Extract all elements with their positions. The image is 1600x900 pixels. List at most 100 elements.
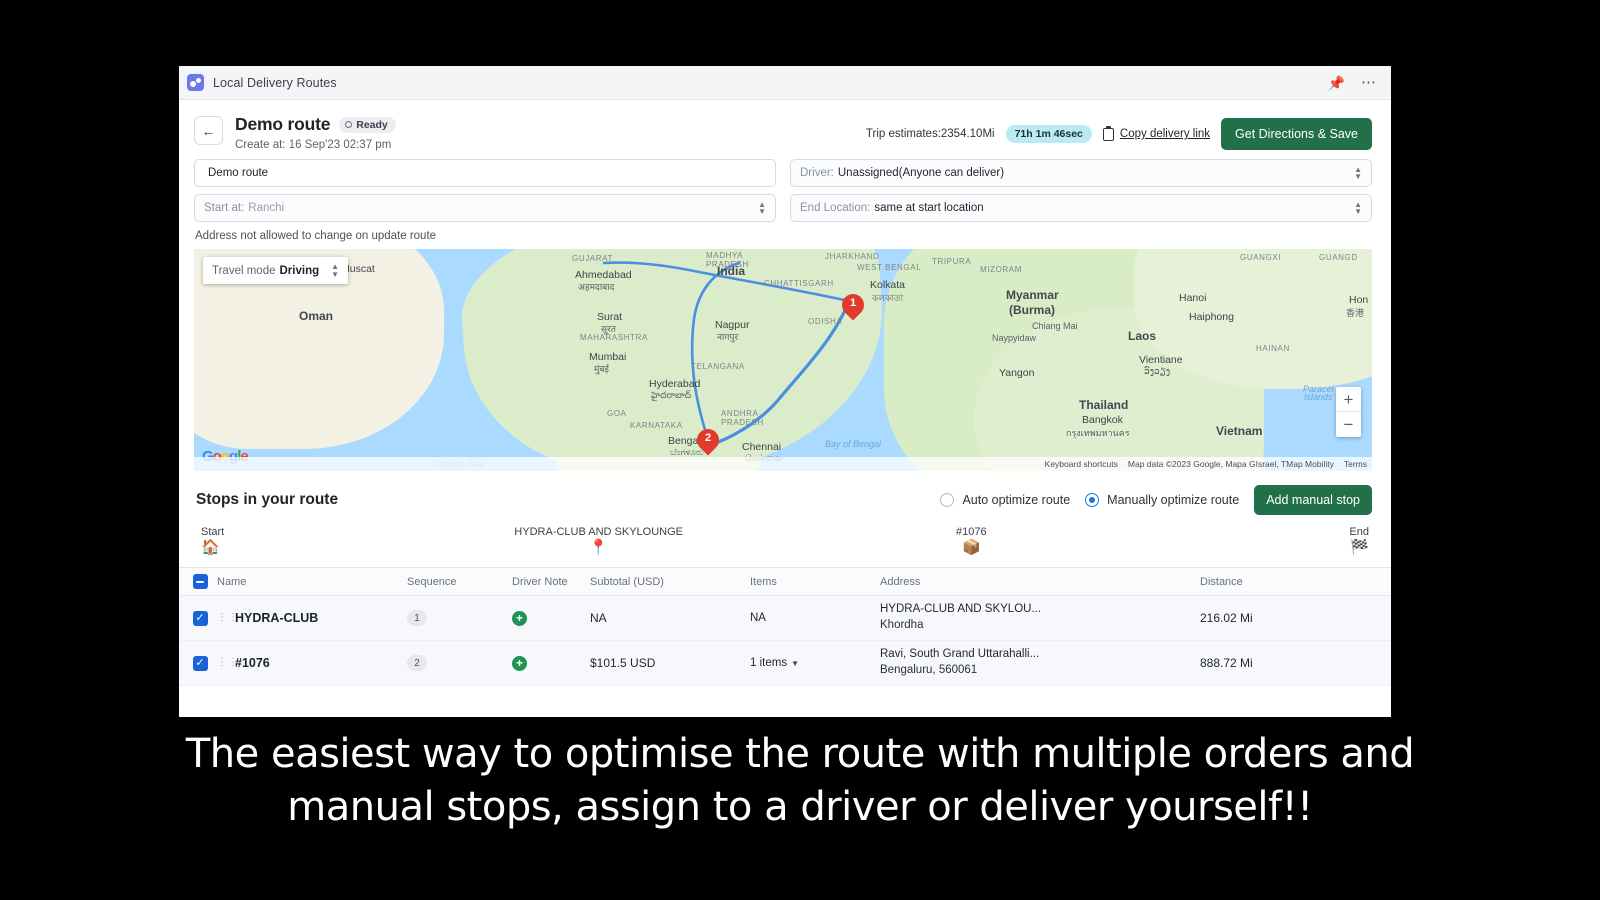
drag-handle-icon[interactable]: ⋮⋮ [217,613,238,623]
timeline-node-label: HYDRA-CLUB AND SKYLOUNGE [514,526,684,538]
route-form-grid: Demo route Driver: Unassigned(Anyone can… [194,159,1372,229]
stops-title: Stops in your route [196,491,339,508]
map-label: GUANGD [1319,253,1358,262]
map-label: अहमदाबाद [578,282,615,292]
route-map[interactable]: India Myanmar (Burma) Thailand Laos Vietnam Om… [194,249,1372,471]
add-note-icon[interactable]: + [512,610,527,626]
add-manual-stop-button[interactable]: Add manual stop [1254,485,1372,515]
clipboard-icon [1102,125,1114,141]
status-badge-label: Ready [356,118,388,131]
row-checkbox[interactable]: ✓ [192,610,208,626]
row-address-line1: Ravi, South Grand Uttarahalli... [880,648,1040,661]
column-header-driver-note: Driver Note [512,575,568,588]
row-sequence-badge: 2 [407,655,427,672]
map-label: Vientiane [1139,354,1183,366]
back-button[interactable]: ← [194,116,223,145]
route-name-input[interactable]: Demo route [194,159,776,187]
map-zoom-controls[interactable]: + − [1336,387,1361,437]
map-label: 香港 [1346,308,1365,318]
map-label: কলকাতা [872,293,904,303]
more-options-icon[interactable]: ⋯ [1361,75,1377,90]
copy-delivery-link-button[interactable]: Copy delivery link [1102,125,1211,141]
row-items-cell[interactable]: 1 items ▼ [750,657,880,669]
timeline-node-label: End [1349,526,1369,538]
title-block: Demo route Ready Create at: 16 Sep'23 02… [235,114,396,151]
map-label: मुंबई [594,364,609,374]
row-checkbox[interactable]: ✓ [192,655,208,671]
keyboard-shortcuts-link[interactable]: Keyboard shortcuts [1045,459,1118,469]
header-actions: Trip estimates:2354.10Mi 71h 1m 46sec Co… [866,118,1372,150]
row-address-line2: Khordha [880,619,924,631]
window-title: Local Delivery Routes [213,75,337,90]
start-location-select[interactable]: Start at: Ranchi ▲ ▼ [194,194,776,222]
timeline-node-label: Start [201,526,225,538]
timeline-node: Start 🏠 [201,526,321,555]
row-distance: 888.72 Mi [1200,656,1253,670]
map-label: Laos [1128,329,1157,343]
created-at-text: Create at: 16 Sep'23 02:37 pm [235,139,392,151]
manual-optimize-radio[interactable] [1085,493,1100,507]
timeline-node-label: #1076 [956,526,987,538]
table-row[interactable]: ✓ ⋮⋮ HYDRA-CLUB 1 + NA NA HYDRA-CLUB AND SKYLOU… [179,596,1391,641]
column-header-address: Address [880,575,921,588]
drag-handle-icon[interactable]: ⋮⋮ [217,658,238,668]
map-label: Vietnam [1216,424,1263,438]
row-driver-note-cell[interactable]: + [512,610,590,626]
table-row[interactable]: ✓ ⋮⋮ #1076 2 + $101.5 USD 1 items ▼ Ravi, South … [179,641,1391,686]
driver-value: Unassigned(Anyone can deliver) [837,167,1005,179]
column-header-distance: Distance [1200,575,1243,588]
map-marker-number: 1 [849,297,857,309]
select-all-checkbox-cell[interactable] [179,574,217,589]
stops-timeline: Start 🏠 HYDRA-CLUB AND SKYLOUNGE 📍 #1076 📦 End… [179,524,1391,567]
map-label: Bangkok [1082,414,1123,426]
map-label: GOA [607,409,627,418]
column-header-subtotal: Subtotal (USD) [590,575,664,588]
chevron-down-icon[interactable]: ▼ [791,659,799,668]
map-marker-2[interactable]: 2 [692,424,724,459]
map-label: MADHYA [706,251,744,260]
titlebar-actions: 📌 ⋯ [1328,75,1377,90]
end-location-select[interactable]: End Location: same at start location ▲ ▼ [790,194,1372,222]
row-checkbox-cell[interactable]: ✓ [179,610,217,626]
column-header-sequence: Sequence [407,575,457,588]
end-location-value: same at start location [874,202,984,214]
map-attribution: Keyboard shortcuts Map data ©2023 Google… [194,457,1372,471]
select-all-checkbox[interactable] [192,574,208,589]
stops-controls: Auto optimize route Manually optimize ro… [940,485,1372,515]
auto-optimize-radio[interactable] [940,493,955,507]
map-marker-1[interactable]: 1 [837,289,869,324]
row-checkbox-cell[interactable]: ✓ [179,655,217,671]
arrow-left-icon: ← [201,122,216,139]
row-address-cell: HYDRA-CLUB AND SKYLOU... Khordha [880,602,1200,633]
video-caption: The easiest way to optimise the route wi… [0,728,1600,834]
row-address-line2: Bengaluru, 560061 [880,664,978,676]
map-label: MIZORAM [980,265,1022,274]
terms-link[interactable]: Terms [1344,459,1367,469]
driver-select[interactable]: Driver: Unassigned(Anyone can deliver) ▲… [790,159,1372,187]
page-title: Demo route [235,114,331,134]
map-label: JHARKHAND [825,252,880,261]
auto-optimize-radio-option[interactable]: Auto optimize route [940,493,1070,507]
travel-mode-select[interactable]: Travel mode Driving ▲ ▼ [203,257,348,284]
column-header-items: Items [750,575,777,588]
map-label: KARNATAKA [630,421,683,430]
add-note-icon[interactable]: + [512,655,527,671]
get-directions-save-button[interactable]: Get Directions & Save [1221,118,1372,150]
timeline-node: HYDRA-CLUB AND SKYLOUNGE 📍 [504,526,694,555]
copy-delivery-link-label: Copy delivery link [1119,128,1211,140]
chevron-updown-icon: ▲ ▼ [331,262,339,279]
manual-optimize-radio-option[interactable]: Manually optimize route [1085,493,1239,507]
pin-icon[interactable]: 📌 [1328,76,1345,90]
row-items: NA [750,612,766,624]
chevron-updown-icon: ▲ ▼ [1354,199,1362,216]
chevron-updown-icon: ▲ ▼ [1354,164,1362,181]
zoom-in-button[interactable]: + [1336,387,1361,412]
zoom-out-button[interactable]: − [1336,412,1361,437]
row-name-cell: ⋮⋮ HYDRA-CLUB [217,611,407,625]
row-driver-note-cell[interactable]: + [512,655,590,671]
map-label: ANDHRA [721,409,759,418]
stops-table: Name Sequence Driver Note Subtotal (USD)… [179,567,1391,686]
row-sequence-badge: 1 [407,610,427,627]
map-label: Hanoi [1179,292,1207,304]
row-subtotal: $101.5 USD [590,656,656,670]
